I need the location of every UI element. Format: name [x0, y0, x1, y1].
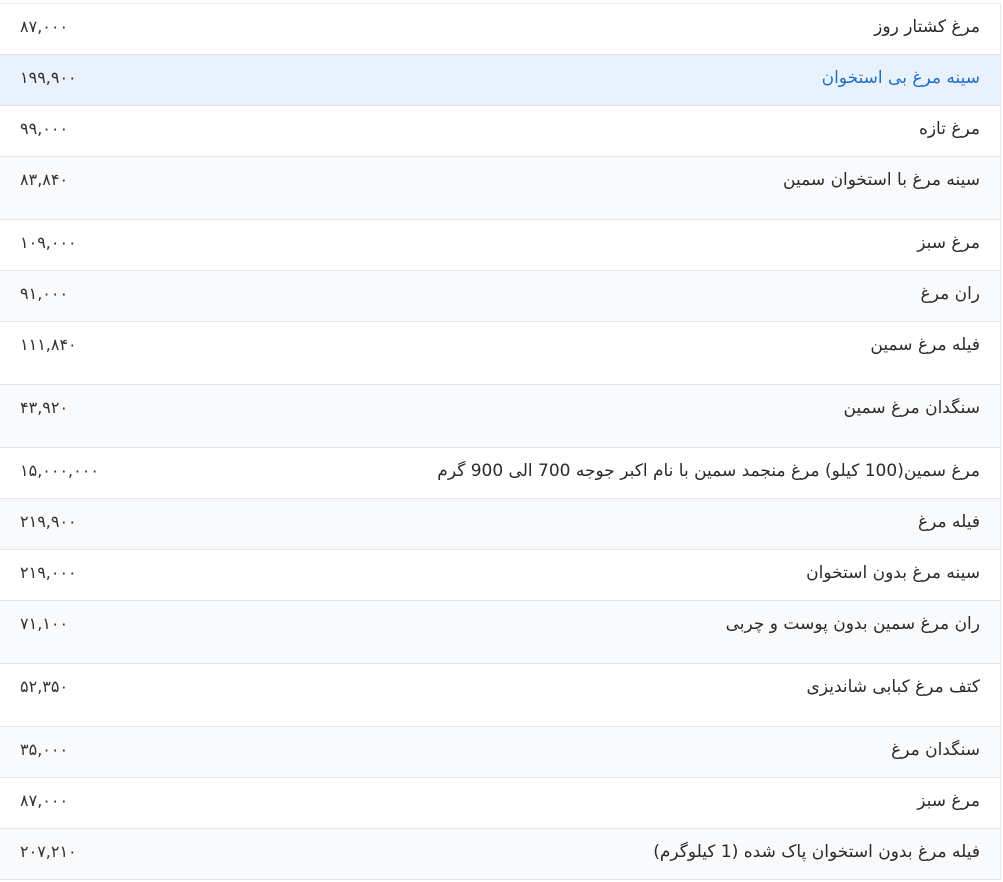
product-name[interactable]: فیله مرغ سمین: [870, 335, 980, 355]
product-name[interactable]: ران مرغ سمین بدون پوست و چربی: [726, 614, 980, 634]
table-row[interactable]: مرغ سمین(100 کیلو) مرغ منجمد سمین با نام…: [0, 448, 1000, 499]
product-price: ۸۷,۰۰۰: [20, 17, 69, 36]
table-row[interactable]: کتف مرغ کبابی شاندیزی ۵۲,۳۵۰: [0, 664, 1000, 727]
product-price: ۲۰۷,۲۱۰: [20, 842, 77, 861]
table-row[interactable]: سنگدان مرغ سمین ۴۳,۹۲۰: [0, 385, 1000, 448]
product-name[interactable]: سینه مرغ با استخوان سمین: [783, 170, 980, 190]
product-price: ۹۱,۰۰۰: [20, 284, 69, 303]
product-name[interactable]: سینه مرغ بدون استخوان: [806, 563, 980, 583]
table-row[interactable]: مرغ تازه ۹۹,۰۰۰: [0, 106, 1000, 157]
table-row[interactable]: ران مرغ سمین بدون پوست و چربی ۷۱,۱۰۰: [0, 601, 1000, 664]
product-name[interactable]: کتف مرغ کبابی شاندیزی: [807, 677, 980, 697]
product-name[interactable]: مرغ سبز: [917, 791, 980, 811]
table-row[interactable]: مرغ سبز ۸۷,۰۰۰: [0, 778, 1000, 829]
product-price: ۱۹۹,۹۰۰: [20, 68, 77, 87]
product-name[interactable]: مرغ تازه: [919, 119, 980, 139]
table-row[interactable]: ران مرغ ۹۱,۰۰۰: [0, 271, 1000, 322]
product-name[interactable]: مرغ سبز: [917, 233, 980, 253]
price-table: مرغ کشتار روز ۸۷,۰۰۰ سینه مرغ بی استخوان…: [0, 3, 1001, 880]
table-row[interactable]: مرغ کشتار روز ۸۷,۰۰۰: [0, 4, 1000, 55]
product-price: ۱۰۹,۰۰۰: [20, 233, 77, 252]
table-row[interactable]: فیله مرغ بدون استخوان پاک شده (1 کیلوگرم…: [0, 829, 1000, 880]
product-name[interactable]: سنگدان مرغ: [891, 740, 980, 760]
product-name[interactable]: ران مرغ: [921, 284, 980, 304]
table-row[interactable]: فیله مرغ سمین ۱۱۱,۸۴۰: [0, 322, 1000, 385]
table-row[interactable]: سنگدان مرغ ۳۵,۰۰۰: [0, 727, 1000, 778]
product-price: ۸۷,۰۰۰: [20, 791, 69, 810]
product-price: ۱۵,۰۰۰,۰۰۰: [20, 461, 99, 480]
product-price: ۹۹,۰۰۰: [20, 119, 69, 138]
product-price: ۸۳,۸۴۰: [20, 170, 69, 189]
table-row[interactable]: مرغ سبز ۱۰۹,۰۰۰: [0, 220, 1000, 271]
table-row[interactable]: سینه مرغ با استخوان سمین ۸۳,۸۴۰: [0, 157, 1000, 220]
product-price: ۷۱,۱۰۰: [20, 614, 69, 633]
product-price: ۵۲,۳۵۰: [20, 677, 69, 696]
product-name[interactable]: سنگدان مرغ سمین: [844, 398, 980, 418]
product-price: ۳۵,۰۰۰: [20, 740, 69, 759]
product-price: ۲۱۹,۰۰۰: [20, 563, 77, 582]
product-price: ۴۳,۹۲۰: [20, 398, 69, 417]
product-name[interactable]: فیله مرغ بدون استخوان پاک شده (1 کیلوگرم…: [653, 842, 980, 862]
product-price: ۲۱۹,۹۰۰: [20, 512, 77, 531]
table-row[interactable]: فیله مرغ ۲۱۹,۹۰۰: [0, 499, 1000, 550]
product-name[interactable]: فیله مرغ: [918, 512, 980, 532]
table-row[interactable]: سینه مرغ بدون استخوان ۲۱۹,۰۰۰: [0, 550, 1000, 601]
product-name[interactable]: سینه مرغ بی استخوان: [822, 68, 980, 88]
product-name[interactable]: مرغ سمین(100 کیلو) مرغ منجمد سمین با نام…: [437, 461, 980, 481]
product-name[interactable]: مرغ کشتار روز: [874, 17, 980, 37]
table-row[interactable]: سینه مرغ بی استخوان ۱۹۹,۹۰۰: [0, 55, 1000, 106]
product-price: ۱۱۱,۸۴۰: [20, 335, 77, 354]
